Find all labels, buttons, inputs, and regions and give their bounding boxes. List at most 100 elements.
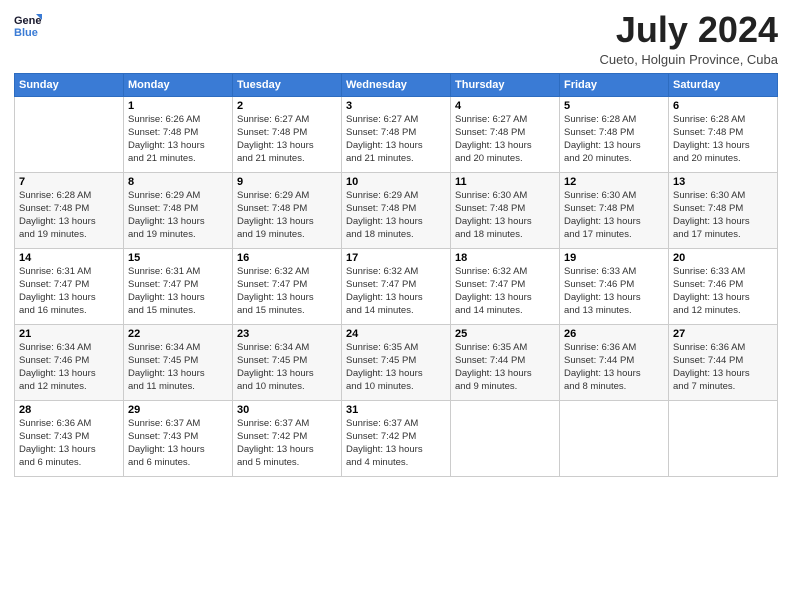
day-info: Sunrise: 6:30 AM Sunset: 7:48 PM Dayligh… bbox=[564, 189, 664, 242]
day-info: Sunrise: 6:29 AM Sunset: 7:48 PM Dayligh… bbox=[128, 189, 228, 242]
table-row: 29Sunrise: 6:37 AM Sunset: 7:43 PM Dayli… bbox=[124, 400, 233, 476]
day-number: 21 bbox=[19, 328, 119, 340]
table-row: 3Sunrise: 6:27 AM Sunset: 7:48 PM Daylig… bbox=[342, 96, 451, 172]
col-tuesday: Tuesday bbox=[233, 73, 342, 96]
week-row-1: 1Sunrise: 6:26 AM Sunset: 7:48 PM Daylig… bbox=[15, 96, 778, 172]
day-info: Sunrise: 6:32 AM Sunset: 7:47 PM Dayligh… bbox=[455, 265, 555, 318]
week-row-3: 14Sunrise: 6:31 AM Sunset: 7:47 PM Dayli… bbox=[15, 248, 778, 324]
day-info: Sunrise: 6:26 AM Sunset: 7:48 PM Dayligh… bbox=[128, 113, 228, 166]
table-row: 1Sunrise: 6:26 AM Sunset: 7:48 PM Daylig… bbox=[124, 96, 233, 172]
day-number: 17 bbox=[346, 252, 446, 264]
table-row bbox=[451, 400, 560, 476]
table-row: 22Sunrise: 6:34 AM Sunset: 7:45 PM Dayli… bbox=[124, 324, 233, 400]
day-number: 14 bbox=[19, 252, 119, 264]
table-row: 31Sunrise: 6:37 AM Sunset: 7:42 PM Dayli… bbox=[342, 400, 451, 476]
day-number: 26 bbox=[564, 328, 664, 340]
table-row: 2Sunrise: 6:27 AM Sunset: 7:48 PM Daylig… bbox=[233, 96, 342, 172]
main-title: July 2024 bbox=[600, 10, 779, 50]
day-number: 1 bbox=[128, 100, 228, 112]
day-number: 13 bbox=[673, 176, 773, 188]
day-info: Sunrise: 6:30 AM Sunset: 7:48 PM Dayligh… bbox=[455, 189, 555, 242]
day-number: 12 bbox=[564, 176, 664, 188]
day-number: 2 bbox=[237, 100, 337, 112]
day-number: 23 bbox=[237, 328, 337, 340]
subtitle: Cueto, Holguin Province, Cuba bbox=[600, 52, 779, 67]
table-row: 17Sunrise: 6:32 AM Sunset: 7:47 PM Dayli… bbox=[342, 248, 451, 324]
day-info: Sunrise: 6:35 AM Sunset: 7:44 PM Dayligh… bbox=[455, 341, 555, 394]
day-info: Sunrise: 6:34 AM Sunset: 7:45 PM Dayligh… bbox=[128, 341, 228, 394]
day-number: 28 bbox=[19, 404, 119, 416]
table-row: 11Sunrise: 6:30 AM Sunset: 7:48 PM Dayli… bbox=[451, 172, 560, 248]
day-number: 7 bbox=[19, 176, 119, 188]
col-friday: Friday bbox=[560, 73, 669, 96]
table-row: 6Sunrise: 6:28 AM Sunset: 7:48 PM Daylig… bbox=[669, 96, 778, 172]
table-row: 24Sunrise: 6:35 AM Sunset: 7:45 PM Dayli… bbox=[342, 324, 451, 400]
day-number: 19 bbox=[564, 252, 664, 264]
day-info: Sunrise: 6:36 AM Sunset: 7:44 PM Dayligh… bbox=[564, 341, 664, 394]
week-row-4: 21Sunrise: 6:34 AM Sunset: 7:46 PM Dayli… bbox=[15, 324, 778, 400]
day-number: 24 bbox=[346, 328, 446, 340]
day-number: 18 bbox=[455, 252, 555, 264]
day-number: 31 bbox=[346, 404, 446, 416]
table-row: 18Sunrise: 6:32 AM Sunset: 7:47 PM Dayli… bbox=[451, 248, 560, 324]
table-row: 7Sunrise: 6:28 AM Sunset: 7:48 PM Daylig… bbox=[15, 172, 124, 248]
day-info: Sunrise: 6:31 AM Sunset: 7:47 PM Dayligh… bbox=[19, 265, 119, 318]
calendar-table: Sunday Monday Tuesday Wednesday Thursday… bbox=[14, 73, 778, 477]
col-wednesday: Wednesday bbox=[342, 73, 451, 96]
day-number: 30 bbox=[237, 404, 337, 416]
table-row: 27Sunrise: 6:36 AM Sunset: 7:44 PM Dayli… bbox=[669, 324, 778, 400]
day-info: Sunrise: 6:32 AM Sunset: 7:47 PM Dayligh… bbox=[346, 265, 446, 318]
day-info: Sunrise: 6:34 AM Sunset: 7:45 PM Dayligh… bbox=[237, 341, 337, 394]
day-info: Sunrise: 6:27 AM Sunset: 7:48 PM Dayligh… bbox=[237, 113, 337, 166]
day-info: Sunrise: 6:37 AM Sunset: 7:42 PM Dayligh… bbox=[237, 417, 337, 470]
table-row: 20Sunrise: 6:33 AM Sunset: 7:46 PM Dayli… bbox=[669, 248, 778, 324]
table-row: 23Sunrise: 6:34 AM Sunset: 7:45 PM Dayli… bbox=[233, 324, 342, 400]
day-info: Sunrise: 6:29 AM Sunset: 7:48 PM Dayligh… bbox=[237, 189, 337, 242]
table-row: 15Sunrise: 6:31 AM Sunset: 7:47 PM Dayli… bbox=[124, 248, 233, 324]
table-row: 19Sunrise: 6:33 AM Sunset: 7:46 PM Dayli… bbox=[560, 248, 669, 324]
day-number: 5 bbox=[564, 100, 664, 112]
table-row: 30Sunrise: 6:37 AM Sunset: 7:42 PM Dayli… bbox=[233, 400, 342, 476]
day-number: 16 bbox=[237, 252, 337, 264]
day-info: Sunrise: 6:29 AM Sunset: 7:48 PM Dayligh… bbox=[346, 189, 446, 242]
day-info: Sunrise: 6:33 AM Sunset: 7:46 PM Dayligh… bbox=[673, 265, 773, 318]
day-info: Sunrise: 6:28 AM Sunset: 7:48 PM Dayligh… bbox=[673, 113, 773, 166]
table-row: 4Sunrise: 6:27 AM Sunset: 7:48 PM Daylig… bbox=[451, 96, 560, 172]
svg-text:Blue: Blue bbox=[14, 27, 38, 38]
svg-text:General: General bbox=[14, 15, 42, 27]
title-block: July 2024 Cueto, Holguin Province, Cuba bbox=[600, 10, 779, 67]
day-info: Sunrise: 6:28 AM Sunset: 7:48 PM Dayligh… bbox=[19, 189, 119, 242]
day-info: Sunrise: 6:36 AM Sunset: 7:43 PM Dayligh… bbox=[19, 417, 119, 470]
day-info: Sunrise: 6:34 AM Sunset: 7:46 PM Dayligh… bbox=[19, 341, 119, 394]
day-info: Sunrise: 6:32 AM Sunset: 7:47 PM Dayligh… bbox=[237, 265, 337, 318]
day-number: 20 bbox=[673, 252, 773, 264]
table-row: 28Sunrise: 6:36 AM Sunset: 7:43 PM Dayli… bbox=[15, 400, 124, 476]
table-row: 12Sunrise: 6:30 AM Sunset: 7:48 PM Dayli… bbox=[560, 172, 669, 248]
day-info: Sunrise: 6:30 AM Sunset: 7:48 PM Dayligh… bbox=[673, 189, 773, 242]
day-number: 9 bbox=[237, 176, 337, 188]
week-row-5: 28Sunrise: 6:36 AM Sunset: 7:43 PM Dayli… bbox=[15, 400, 778, 476]
day-info: Sunrise: 6:31 AM Sunset: 7:47 PM Dayligh… bbox=[128, 265, 228, 318]
day-info: Sunrise: 6:37 AM Sunset: 7:42 PM Dayligh… bbox=[346, 417, 446, 470]
table-row: 13Sunrise: 6:30 AM Sunset: 7:48 PM Dayli… bbox=[669, 172, 778, 248]
table-row: 14Sunrise: 6:31 AM Sunset: 7:47 PM Dayli… bbox=[15, 248, 124, 324]
table-row: 10Sunrise: 6:29 AM Sunset: 7:48 PM Dayli… bbox=[342, 172, 451, 248]
table-row: 16Sunrise: 6:32 AM Sunset: 7:47 PM Dayli… bbox=[233, 248, 342, 324]
table-row: 26Sunrise: 6:36 AM Sunset: 7:44 PM Dayli… bbox=[560, 324, 669, 400]
day-number: 22 bbox=[128, 328, 228, 340]
day-number: 4 bbox=[455, 100, 555, 112]
day-number: 10 bbox=[346, 176, 446, 188]
day-info: Sunrise: 6:27 AM Sunset: 7:48 PM Dayligh… bbox=[455, 113, 555, 166]
logo: General Blue bbox=[14, 10, 42, 38]
table-row: 21Sunrise: 6:34 AM Sunset: 7:46 PM Dayli… bbox=[15, 324, 124, 400]
day-number: 3 bbox=[346, 100, 446, 112]
col-thursday: Thursday bbox=[451, 73, 560, 96]
day-number: 15 bbox=[128, 252, 228, 264]
day-number: 29 bbox=[128, 404, 228, 416]
header-row: Sunday Monday Tuesday Wednesday Thursday… bbox=[15, 73, 778, 96]
day-info: Sunrise: 6:27 AM Sunset: 7:48 PM Dayligh… bbox=[346, 113, 446, 166]
table-row bbox=[560, 400, 669, 476]
day-info: Sunrise: 6:35 AM Sunset: 7:45 PM Dayligh… bbox=[346, 341, 446, 394]
table-row: 25Sunrise: 6:35 AM Sunset: 7:44 PM Dayli… bbox=[451, 324, 560, 400]
table-row bbox=[15, 96, 124, 172]
